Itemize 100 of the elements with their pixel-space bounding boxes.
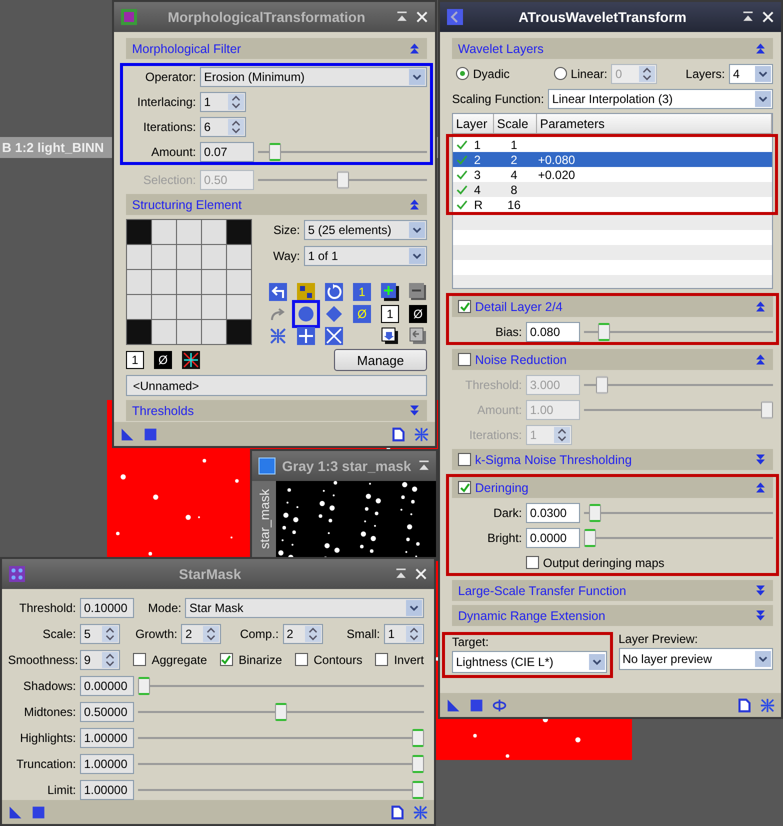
section-header[interactable]: Large-Scale Transfer Function [452,580,773,601]
number-field[interactable]: 0.50000 [80,702,134,722]
radio-label: Dyadic [473,66,510,80]
spin-box[interactable]: 9 [80,650,120,670]
field-label: Smoothness: [8,652,76,666]
field-label: Bright: [486,530,522,544]
number-field[interactable]: 1.00000 [80,754,134,774]
section-header[interactable]: Thresholds [126,400,427,421]
section-title: Thresholds [132,404,195,418]
section-header[interactable]: Dynamic Range Extension [452,605,773,626]
number-field[interactable]: 0.07 [200,142,254,162]
field-label: Way: [272,248,300,262]
section-header[interactable]: k-Sigma Noise Thresholding [452,449,773,470]
table-row[interactable]: 4 8 [453,182,772,197]
field-label: Truncation: [15,756,76,770]
field-label: Threshold: [18,600,76,614]
number-field[interactable]: 0.0000 [526,528,580,548]
tool-button[interactable]: 1 [126,351,144,369]
dropdown[interactable]: Linear Interpolation (3) [548,88,773,108]
section-header[interactable]: Wavelet Layers [452,38,773,59]
manage-button[interactable]: Manage [334,349,427,371]
section-title: Noise Reduction [475,352,568,366]
spin-box[interactable]: 2 [282,624,323,644]
window-title: MorphologicalTransformation [166,9,366,25]
table-cell-text: 1 [510,138,518,152]
field-label: Limit: [46,782,76,796]
field-label: Layers: [686,66,725,80]
number-field[interactable]: 0.0300 [526,502,580,522]
field-label: Scale: [42,626,76,640]
section-header[interactable]: Structuring Element [126,194,427,215]
field-label: Bias: [494,324,522,338]
tool-button[interactable]: Ø [154,351,172,369]
tool-button[interactable]: 1 [381,305,399,323]
section-title: Deringing [475,480,530,494]
field-label: Size: [272,222,300,236]
dropdown[interactable]: Lightness (CIE L*) [452,651,606,673]
field-label: Amount: [150,144,196,158]
column-header[interactable]: Scale [494,114,537,133]
table-cell: R [474,198,483,212]
field-label: Dark: [492,506,522,520]
field-label: Target: [452,635,490,649]
number-field[interactable]: 1.00000 [80,728,134,748]
spin-box[interactable]: 2 [181,624,222,644]
dropdown[interactable]: No layer preview [618,648,773,670]
section-title: k-Sigma Noise Thresholding [475,452,633,466]
tool-button[interactable]: Ø [409,305,427,323]
field-label: Operator: [144,70,196,84]
table-cell-text: 8 [510,182,518,196]
number-field[interactable]: 1.00000 [80,780,134,800]
field-label: Shadows: [22,678,76,692]
table-row[interactable]: 2 2 +0.080 [453,152,772,167]
dropdown[interactable]: 5 (25 elements) [304,220,427,240]
table-cell: 4 [474,182,481,196]
column-header[interactable]: Layer [453,114,494,133]
field-label: Iterations: [142,120,196,134]
field-label: Amount: [476,402,522,416]
spin-box[interactable]: 6 [200,116,246,136]
field-label: Comp.: [238,626,279,640]
number-field[interactable]: 0.00000 [80,676,134,696]
name-field[interactable]: <Unnamed> [126,375,427,396]
dropdown[interactable]: Star Mask [185,598,424,618]
spin-box[interactable]: 1 [384,624,424,644]
section-header[interactable]: Detail Layer 2/4 [452,296,773,317]
tool-button[interactable]: 1 [353,283,371,301]
table-cell-text: 4 [510,168,518,182]
table-cell: 2 [474,152,481,166]
field-label: Scaling Function: [452,92,544,106]
window-title: ATrousWaveletTransform [517,9,688,25]
window-title: B 1:2 light_BINN [2,140,104,155]
field-label: Growth: [134,626,178,640]
spin-box[interactable]: 1 [200,92,246,112]
number-field[interactable]: 0.10000 [80,598,134,618]
dropdown[interactable]: Erosion (Minimum) [200,66,427,86]
number-field[interactable]: 0.080 [526,322,580,342]
field-label: Iterations: [468,428,522,442]
checkbox-label: Aggregate [152,652,208,666]
table-cell-text: 16 [506,198,522,212]
tool-button[interactable]: Ø [353,305,371,323]
window-title: Gray 1:3 star_mask [282,458,412,474]
field-label: Layer Preview: [618,632,699,646]
checkbox-label: Invert [394,652,424,666]
table-cell-text: +0.020 [537,168,576,182]
spin-box[interactable]: 5 [80,624,120,644]
dropdown[interactable]: 4 [729,64,773,84]
section-header[interactable]: Morphological Filter [126,38,427,59]
window-title: StarMask [178,566,242,582]
image-tab[interactable]: star_mask [252,481,276,559]
section-header[interactable]: Deringing [452,477,773,498]
table-cell: 1 [474,138,481,152]
field-label: Mode: [148,600,182,614]
section-header[interactable]: Noise Reduction [452,349,773,370]
field-label: Highlights: [18,730,76,744]
column-header[interactable]: Parameters [537,114,772,133]
field-label: Interlacing: [136,94,196,108]
section-title: Wavelet Layers [458,42,545,56]
table-cell-text: +0.080 [537,152,576,166]
dropdown[interactable]: 1 of 1 [304,246,427,266]
field-label: Threshold: [464,378,522,392]
table-cell-text: 2 [510,152,518,166]
table-cell: 3 [474,168,481,182]
